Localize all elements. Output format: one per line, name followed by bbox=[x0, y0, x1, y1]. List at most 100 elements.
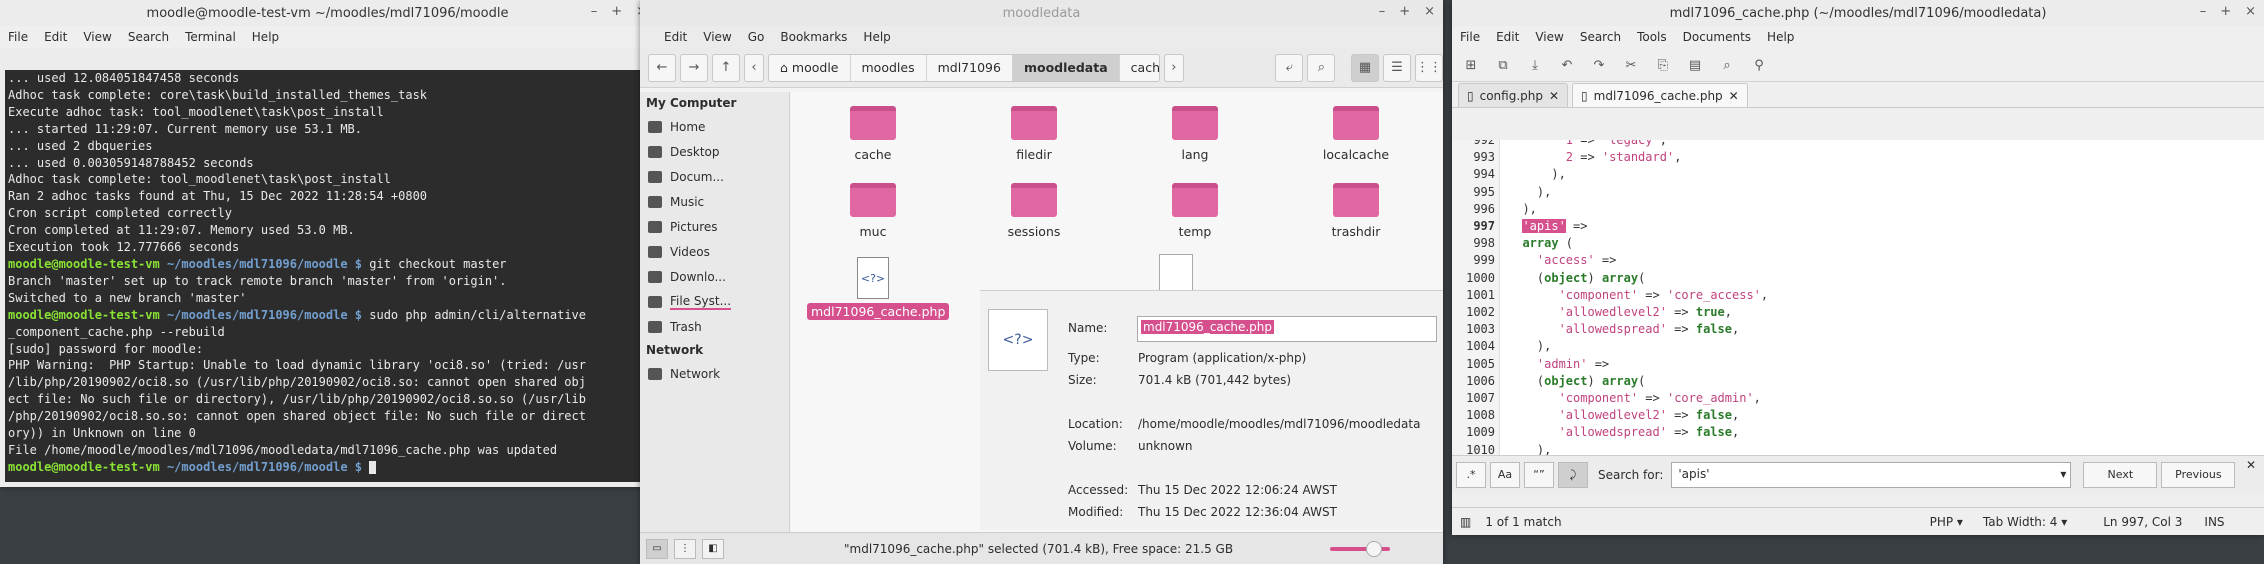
language-selector[interactable]: PHP ▾ bbox=[1930, 515, 1963, 529]
sidebar-item-network[interactable]: Network bbox=[640, 361, 789, 386]
menu-file[interactable]: File bbox=[1460, 30, 1480, 44]
regex-toggle[interactable]: .* bbox=[1456, 461, 1486, 488]
menu-view[interactable]: View bbox=[1535, 30, 1563, 44]
minimize-icon[interactable]: – bbox=[2200, 4, 2207, 19]
maximize-icon[interactable]: + bbox=[611, 4, 622, 19]
maximize-icon[interactable]: + bbox=[2220, 4, 2231, 19]
editor-title: mdl71096_cache.php (~/moodles/mdl71096/m… bbox=[1669, 5, 2047, 21]
menu-search[interactable]: Search bbox=[128, 30, 169, 44]
list-view-icon[interactable]: ☰ bbox=[1383, 53, 1411, 82]
rename-input[interactable]: mdl71096_cache.php bbox=[1137, 316, 1437, 342]
close-tab-icon[interactable]: ✕ bbox=[1729, 89, 1739, 103]
cut-icon[interactable]: ✂ bbox=[1622, 58, 1640, 73]
folder-sessions[interactable]: sessions bbox=[974, 183, 1094, 239]
folder-cache[interactable]: cache bbox=[813, 106, 933, 162]
copy-icon[interactable]: ⎘ bbox=[1654, 58, 1672, 73]
menu-help[interactable]: Help bbox=[252, 30, 279, 44]
menu-edit[interactable]: Edit bbox=[664, 30, 687, 44]
fm-status-text: "mdl71096_cache.php" selected (701.4 kB)… bbox=[844, 541, 1234, 556]
up-icon[interactable]: ↑ bbox=[712, 53, 740, 82]
tab-config-php[interactable]: ▯ config.php ✕ bbox=[1458, 83, 1569, 107]
tab-width-selector[interactable]: Tab Width: 4 ▾ bbox=[1983, 515, 2067, 529]
match-case-toggle[interactable]: Aa bbox=[1490, 461, 1520, 488]
compact-view-icon[interactable]: ⋮⋮ bbox=[1415, 53, 1443, 82]
sidebar-item-filesystem[interactable]: File Syst... bbox=[640, 289, 789, 314]
sidebar-item-pictures[interactable]: Pictures bbox=[640, 214, 789, 239]
undo-icon[interactable]: ↶ bbox=[1558, 58, 1576, 73]
crumb-moodle[interactable]: ⌂ moodle bbox=[769, 54, 851, 81]
minimize-icon[interactable]: – bbox=[1379, 4, 1386, 19]
sidebar-item-videos[interactable]: Videos bbox=[640, 239, 789, 264]
line-number: 995 bbox=[1473, 184, 1495, 199]
fm-menubar: Edit View Go Bookmarks Help bbox=[640, 26, 1443, 48]
find-previous-button[interactable]: Previous bbox=[2161, 461, 2236, 488]
tab-mdl71096-cache-php[interactable]: ▯ mdl71096_cache.php ✕ bbox=[1572, 83, 1748, 107]
menu-help[interactable]: Help bbox=[1767, 30, 1794, 44]
menu-terminal[interactable]: Terminal bbox=[185, 30, 236, 44]
folder-localcache[interactable]: localcache bbox=[1296, 106, 1416, 162]
find-next-button[interactable]: Next bbox=[2083, 461, 2158, 488]
menu-edit[interactable]: Edit bbox=[1496, 30, 1519, 44]
close-findbar-icon[interactable]: ✕ bbox=[2246, 458, 2256, 472]
sidebar-item-home[interactable]: Home bbox=[640, 114, 789, 139]
menu-bookmarks[interactable]: Bookmarks bbox=[780, 30, 847, 44]
folder-filedir[interactable]: filedir bbox=[974, 106, 1094, 162]
find-icon[interactable]: ⌕ bbox=[1718, 58, 1736, 73]
path-toggle-icon[interactable]: ⤶ bbox=[1275, 53, 1304, 82]
sidebar-item-trash[interactable]: Trash bbox=[640, 314, 789, 339]
redo-icon[interactable]: ↷ bbox=[1590, 58, 1608, 73]
crumb-moodledata[interactable]: moodledata bbox=[1012, 54, 1120, 81]
find-input[interactable]: 'apis' ▾ bbox=[1671, 461, 2072, 488]
folder-lang[interactable]: lang bbox=[1135, 106, 1255, 162]
whole-word-toggle[interactable]: “” bbox=[1524, 461, 1554, 488]
replace-icon[interactable]: ⚲ bbox=[1750, 58, 1768, 73]
back-icon[interactable]: ← bbox=[648, 53, 676, 82]
terminal-line: ... used 2 dbqueries bbox=[8, 138, 153, 153]
open-file-icon[interactable]: ⧉ bbox=[1494, 58, 1512, 73]
forward-icon[interactable]: → bbox=[680, 53, 708, 82]
crumb-left-icon[interactable]: ‹ bbox=[744, 53, 764, 82]
menu-view[interactable]: View bbox=[83, 30, 111, 44]
maximize-icon[interactable]: + bbox=[1399, 4, 1410, 19]
text-file-icon[interactable] bbox=[1159, 254, 1193, 294]
sidebar-toggle-icon[interactable]: ▥ bbox=[1460, 515, 1471, 529]
folder-temp[interactable]: temp bbox=[1135, 183, 1255, 239]
minimize-icon[interactable]: – bbox=[591, 4, 598, 19]
save-icon[interactable]: ⤓ bbox=[1526, 58, 1544, 73]
crumb-right-icon[interactable]: › bbox=[1163, 53, 1184, 82]
close-icon[interactable]: × bbox=[2245, 4, 2256, 19]
menu-search[interactable]: Search bbox=[1580, 30, 1621, 44]
file-mdl71096-cache-php[interactable]: <?> mdl71096_cache.php bbox=[807, 257, 950, 320]
new-file-icon[interactable]: ⊞ bbox=[1462, 58, 1480, 73]
paste-icon[interactable]: ▤ bbox=[1686, 58, 1704, 73]
sidebar-item-downloads[interactable]: Downlo... bbox=[640, 264, 789, 289]
sidebar-item-documents[interactable]: Docum... bbox=[640, 164, 789, 189]
sidebar-item-music[interactable]: Music bbox=[640, 189, 789, 214]
crumb-moodles[interactable]: moodles bbox=[851, 54, 927, 81]
hide-sidebar-icon[interactable]: ◧ bbox=[702, 538, 724, 559]
menu-go[interactable]: Go bbox=[748, 30, 765, 44]
folder-trashdir[interactable]: trashdir bbox=[1296, 183, 1416, 239]
menu-edit[interactable]: Edit bbox=[44, 30, 67, 44]
zoom-slider-handle[interactable] bbox=[1366, 541, 1382, 557]
icon-view-icon[interactable]: ▦ bbox=[1351, 53, 1379, 82]
terminal-output[interactable]: ... used 12.084051847458 seconds Adhoc ta… bbox=[5, 70, 641, 482]
wrap-toggle-icon[interactable]: ⤸ bbox=[1558, 461, 1588, 488]
code-view[interactable]: 992 993 994 995 996 997 998 999 1000 1001 1002 1003… bbox=[1452, 140, 2264, 455]
menu-documents[interactable]: Documents bbox=[1683, 30, 1751, 44]
menu-tools[interactable]: Tools bbox=[1637, 30, 1667, 44]
prop-size-value: 701.4 kB (701,442 bytes) bbox=[1138, 373, 1292, 387]
crumb-mdl71096[interactable]: mdl71096 bbox=[927, 54, 1013, 81]
crumb-cache[interactable]: cache bbox=[1120, 55, 1159, 81]
folder-muc[interactable]: muc bbox=[813, 183, 933, 239]
places-toggle-icon[interactable]: ▭ bbox=[646, 538, 668, 559]
chevron-down-icon[interactable]: ▾ bbox=[2060, 467, 2066, 481]
sidebar-item-desktop[interactable]: Desktop bbox=[640, 139, 789, 164]
search-icon[interactable]: ⌕ bbox=[1307, 53, 1336, 82]
menu-file[interactable]: File bbox=[8, 30, 28, 44]
close-tab-icon[interactable]: ✕ bbox=[1549, 89, 1559, 103]
menu-view[interactable]: View bbox=[703, 30, 731, 44]
menu-help[interactable]: Help bbox=[863, 30, 890, 44]
tree-toggle-icon[interactable]: ⋮ bbox=[674, 538, 696, 559]
close-icon[interactable]: × bbox=[1424, 4, 1435, 19]
